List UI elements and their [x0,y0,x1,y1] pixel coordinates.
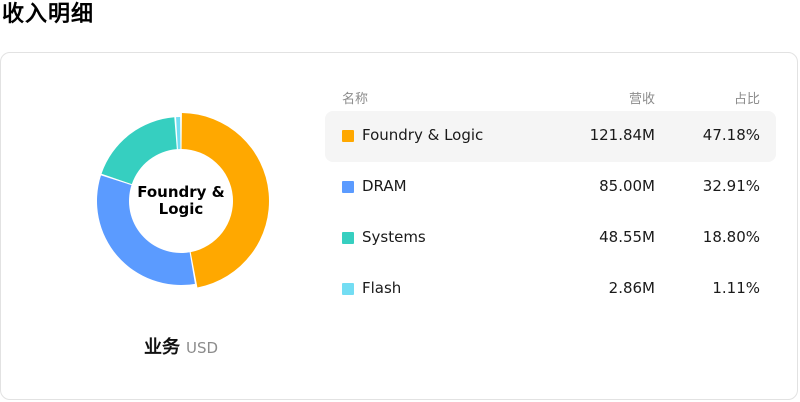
page-title: 收入明细 [2,2,95,27]
donut-slice-systems[interactable] [101,117,177,185]
donut-slice-foundry-logic[interactable] [181,113,269,288]
caption-segment: 业务 [143,337,180,358]
legend-swatch [342,130,354,142]
row-name: Foundry & Logic [362,126,484,144]
revenue-table: 名称 营收 占比 Foundry & Logic 121.84M 47.18% … [325,81,776,315]
donut-slice-flash[interactable] [176,117,181,150]
caption-unit: USD [185,339,219,357]
table-row[interactable]: DRAM 85.00M 32.91% [325,162,776,213]
legend-swatch [342,232,354,244]
row-share: 32.91% [702,177,760,195]
table-row[interactable]: Flash 2.86M 1.11% [325,264,776,315]
donut-chart-svg [97,113,269,288]
row-share: 47.18% [702,126,760,144]
table-row[interactable]: Systems 48.55M 18.80% [325,213,776,264]
legend-swatch [342,283,354,295]
row-revenue: 48.55M [599,228,655,246]
donut-slice-dram[interactable] [97,175,195,285]
header-revenue: 营收 [628,92,655,107]
row-name: Systems [362,228,426,246]
row-revenue: 85.00M [599,177,655,195]
row-share: 18.80% [702,228,760,246]
revenue-detail-card: Foundry & Logic 业务 USD 名称 营收 占比 Foundry &… [0,52,798,400]
row-name: DRAM [362,177,407,195]
row-revenue: 121.84M [589,126,655,144]
donut-chart[interactable]: Foundry & Logic [81,101,281,301]
header-share: 占比 [733,92,760,107]
chart-caption: 业务 USD [81,336,281,360]
table-header: 名称 营收 占比 [325,81,776,111]
row-share: 1.11% [712,279,760,297]
header-name: 名称 [342,92,369,107]
legend-swatch [342,181,354,193]
row-revenue: 2.86M [608,279,655,297]
row-name: Flash [362,279,402,297]
table-row[interactable]: Foundry & Logic 121.84M 47.18% [325,111,776,162]
